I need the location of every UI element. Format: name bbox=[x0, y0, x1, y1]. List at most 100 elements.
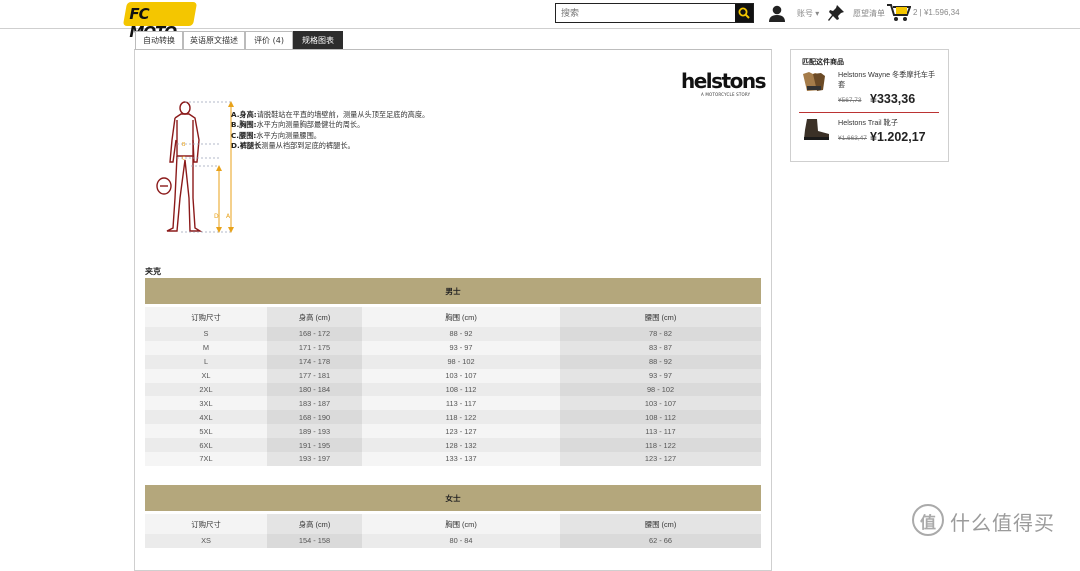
wishlist-link[interactable]: 愿望清单 bbox=[853, 8, 885, 19]
cell-size: 5XL bbox=[145, 424, 267, 439]
account-menu[interactable]: 账号 ▾ bbox=[797, 8, 819, 19]
col-header-height: 身高 (cm) bbox=[267, 307, 362, 327]
product-card[interactable]: Helstons Trail 靴子 ¥1.663,47 ¥1.202,17 bbox=[799, 118, 944, 148]
col-header-height: 身高 (cm) bbox=[267, 514, 362, 534]
group-header-men: 男士 bbox=[145, 278, 761, 304]
table-row: 5XL 189 - 193 123 - 127 113 - 117 bbox=[145, 424, 761, 439]
cell-chest: 118 - 122 bbox=[362, 410, 560, 425]
watermark-badge: 值 bbox=[912, 504, 944, 536]
cell-height: 154 - 158 bbox=[267, 534, 362, 548]
cell-height: 180 - 184 bbox=[267, 382, 362, 397]
cell-waist: 62 - 66 bbox=[560, 534, 761, 548]
pin-icon[interactable] bbox=[828, 4, 845, 22]
user-icon[interactable] bbox=[768, 5, 786, 22]
glove-icon bbox=[803, 72, 825, 91]
product-name[interactable]: Helstons Wayne 冬季摩托车手套 bbox=[838, 70, 942, 90]
women-size-table: 女士 订购尺寸 身高 (cm) 胸围 (cm) 腰围 (cm) XS 154 - … bbox=[145, 485, 761, 548]
cell-size: XL bbox=[145, 368, 267, 383]
cell-chest: 98 - 102 bbox=[362, 354, 560, 369]
mark-c: C bbox=[182, 156, 186, 162]
col-header-waist: 腰围 (cm) bbox=[560, 307, 761, 327]
tab-english-description[interactable]: 英语原文描述 bbox=[183, 31, 245, 49]
table-row: XS 154 - 158 80 - 84 62 - 66 bbox=[145, 534, 761, 548]
col-header-chest: 胸围 (cm) bbox=[362, 307, 560, 327]
col-header-waist: 腰围 (cm) bbox=[560, 514, 761, 534]
col-header-size: 订购尺寸 bbox=[145, 514, 267, 534]
table-row: 4XL 168 - 190 118 - 122 108 - 112 bbox=[145, 410, 761, 425]
tab-size-chart[interactable]: 规格图表 bbox=[293, 31, 343, 54]
cell-waist: 83 - 87 bbox=[560, 340, 761, 355]
product-name[interactable]: Helstons Trail 靴子 bbox=[838, 118, 942, 128]
product-old-price: ¥1.663,47 bbox=[838, 135, 867, 142]
table-row: 7XL 193 - 197 133 - 137 123 - 127 bbox=[145, 452, 761, 466]
site-header: FC MOTO 账号 ▾ 愿望清单 2 | ¥1.596,34 bbox=[0, 0, 1080, 41]
search-box bbox=[555, 3, 754, 23]
cart-summary[interactable]: 2 | ¥1.596,34 bbox=[913, 8, 960, 17]
cart-icon[interactable] bbox=[887, 3, 911, 22]
cell-waist: 98 - 102 bbox=[560, 382, 761, 397]
product-price: ¥1.202,17 bbox=[870, 130, 926, 144]
cell-height: 183 - 187 bbox=[267, 396, 362, 411]
mark-a: A bbox=[226, 213, 231, 220]
watermark-text: 什么值得买 bbox=[950, 511, 1055, 535]
product-divider bbox=[799, 112, 939, 113]
cell-height: 174 - 178 bbox=[267, 354, 362, 369]
tab-size-chart-label: 规格图表 bbox=[302, 36, 334, 45]
cell-chest: 103 - 107 bbox=[362, 368, 560, 383]
cell-size: 7XL bbox=[145, 452, 267, 466]
cell-waist: 103 - 107 bbox=[560, 396, 761, 411]
cell-waist: 113 - 117 bbox=[560, 424, 761, 439]
definition-chest: B.胸围:水平方向测量胸部最健壮的周长。 bbox=[231, 120, 365, 130]
watermark: 值 什么值得买 bbox=[912, 503, 1072, 537]
cell-height: 189 - 193 bbox=[267, 424, 362, 439]
table-row: M 171 - 175 93 - 97 83 - 87 bbox=[145, 340, 761, 355]
product-card[interactable]: Helstons Wayne 冬季摩托车手套 ¥567,73 ¥333,36 bbox=[799, 70, 944, 110]
cell-size: S bbox=[145, 327, 267, 341]
cell-waist: 123 - 127 bbox=[560, 452, 761, 466]
cell-size: L bbox=[145, 354, 267, 369]
table-caption: 夹克 bbox=[145, 267, 161, 276]
cell-size: 2XL bbox=[145, 382, 267, 397]
fc-moto-logo[interactable]: FC MOTO bbox=[122, 2, 198, 41]
cell-size: M bbox=[145, 340, 267, 355]
cell-waist: 93 - 97 bbox=[560, 368, 761, 383]
table-row: 6XL 191 - 195 128 - 132 118 - 122 bbox=[145, 438, 761, 453]
product-old-price: ¥567,73 bbox=[838, 97, 862, 104]
cell-size: 6XL bbox=[145, 438, 267, 453]
cell-waist: 78 - 82 bbox=[560, 327, 761, 341]
brand-name: helstons bbox=[681, 69, 767, 93]
cell-chest: 80 - 84 bbox=[362, 534, 560, 548]
cell-height: 177 - 181 bbox=[267, 368, 362, 383]
cell-height: 193 - 197 bbox=[267, 452, 362, 466]
group-header-women: 女士 bbox=[145, 485, 761, 511]
size-chart-panel: helstons A MOTORCYCLE STORY A D B C A.身高… bbox=[134, 49, 772, 571]
definition-inseam: D.裤腿长测量从裆部到足底的裤腿长。 bbox=[231, 141, 355, 151]
table-row: S 168 - 172 88 - 92 78 - 82 bbox=[145, 327, 761, 341]
table-row: 3XL 183 - 187 113 - 117 103 - 107 bbox=[145, 396, 761, 411]
cell-chest: 93 - 97 bbox=[362, 340, 560, 355]
tab-auto-translate[interactable]: 自动转换 bbox=[135, 31, 183, 49]
cell-waist: 88 - 92 bbox=[560, 354, 761, 369]
cell-size: 4XL bbox=[145, 410, 267, 425]
search-input[interactable] bbox=[556, 4, 733, 22]
cell-chest: 128 - 132 bbox=[362, 438, 560, 453]
cell-chest: 123 - 127 bbox=[362, 424, 560, 439]
cell-height: 168 - 190 bbox=[267, 410, 362, 425]
matching-products-title: 匹配这件商品 bbox=[802, 58, 844, 66]
measurement-definitions: A.身高:请脱鞋站在平直的墙壁前，测量从头顶至足底的高度。 B.胸围:水平方向测… bbox=[231, 110, 429, 152]
cell-waist: 108 - 112 bbox=[560, 410, 761, 425]
cell-size: XS bbox=[145, 534, 267, 548]
cell-waist: 118 - 122 bbox=[560, 438, 761, 453]
mark-d: D bbox=[214, 213, 219, 220]
cell-chest: 88 - 92 bbox=[362, 327, 560, 341]
cell-height: 191 - 195 bbox=[267, 438, 362, 453]
definition-height: A.身高:请脱鞋站在平直的墙壁前，测量从头顶至足底的高度。 bbox=[231, 110, 430, 119]
men-size-table: 男士 订购尺寸 身高 (cm) 胸围 (cm) 腰围 (cm) S 168 - 1… bbox=[145, 278, 761, 466]
col-header-chest: 胸围 (cm) bbox=[362, 514, 560, 534]
search-button[interactable] bbox=[735, 4, 753, 22]
tab-reviews[interactable]: 评价 (4) bbox=[245, 31, 293, 49]
table-row: 2XL 180 - 184 108 - 112 98 - 102 bbox=[145, 382, 761, 397]
cell-chest: 133 - 137 bbox=[362, 452, 560, 466]
helstons-logo: helstons A MOTORCYCLE STORY bbox=[681, 69, 767, 97]
table-row: L 174 - 178 98 - 102 88 - 92 bbox=[145, 354, 761, 369]
